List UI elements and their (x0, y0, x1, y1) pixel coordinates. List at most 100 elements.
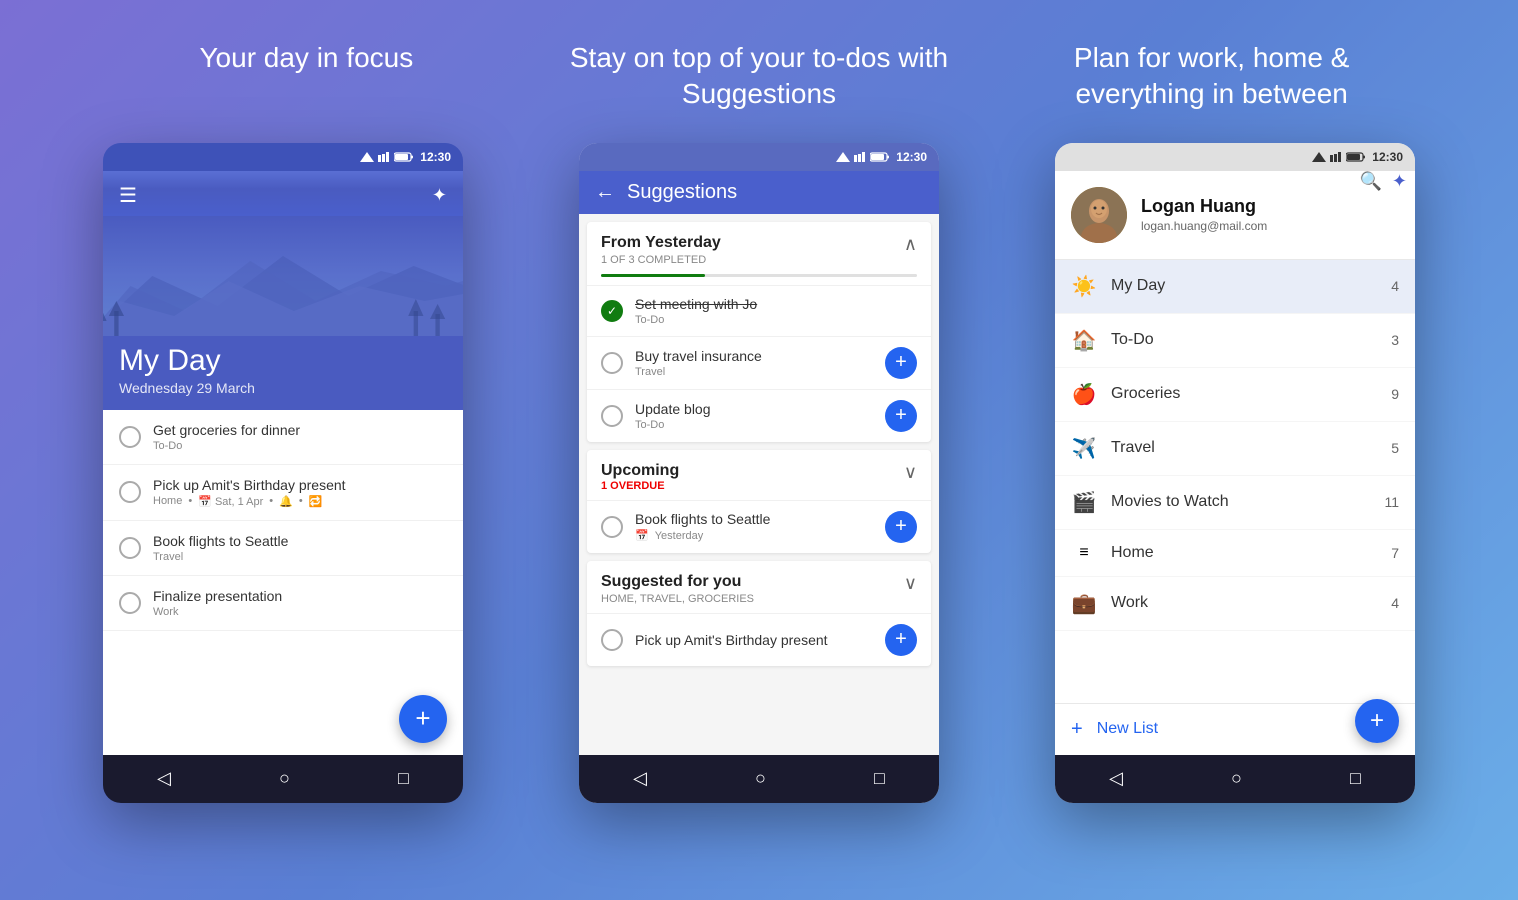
suggested-title: Suggested for you (601, 573, 754, 591)
home-list-icon: ≡ (1071, 544, 1097, 562)
set-meeting-meta: To-Do (635, 314, 917, 326)
movies-count: 11 (1384, 494, 1399, 510)
nav-item-myday[interactable]: ☀️ My Day 4 (1055, 260, 1415, 314)
task-checkbox-3[interactable] (119, 537, 141, 559)
tagline-right: Plan for work, home & everything in betw… (1012, 40, 1412, 113)
add-list-fab[interactable]: + (1355, 699, 1399, 743)
status-icons-2 (836, 152, 890, 162)
user-avatar (1071, 187, 1127, 243)
home-list-label: Home (1111, 544, 1377, 562)
home-nav-3[interactable]: ○ (1231, 768, 1242, 789)
task-item: Finalize presentation Work (103, 576, 463, 631)
todo-icon: 🏠 (1071, 328, 1097, 353)
chevron-down-upcoming[interactable]: ∨ (904, 462, 917, 483)
light-icon-ph3[interactable]: ✦ (1392, 171, 1407, 192)
book-flights-meta: 📅Yesterday (635, 529, 873, 542)
recent-nav-3[interactable]: □ (1350, 768, 1361, 789)
task-title-3: Book flights to Seattle (153, 533, 447, 549)
my-day-date: Wednesday 29 March (119, 380, 447, 396)
nav-item-home[interactable]: ≡ Home 7 (1055, 530, 1415, 577)
back-nav-2[interactable]: ◁ (633, 768, 647, 789)
nav-item-work[interactable]: 💼 Work 4 (1055, 577, 1415, 631)
work-count: 4 (1391, 595, 1399, 611)
hamburger-icon[interactable]: ☰ (119, 183, 137, 208)
time-1: 12:30 (420, 150, 451, 164)
mountain-background (103, 216, 463, 336)
home-nav-1[interactable]: ○ (279, 768, 290, 789)
travel-icon: ✈️ (1071, 436, 1097, 461)
birthday-title: Pick up Amit's Birthday present (635, 632, 873, 648)
groceries-count: 9 (1391, 386, 1399, 402)
nav-list: ☀️ My Day 4 🏠 To-Do 3 🍎 Groceries 9 ✈️ T… (1055, 260, 1415, 703)
task-circle-completed[interactable]: ✓ (601, 300, 623, 322)
task-title-4: Finalize presentation (153, 588, 447, 604)
add-travel-insurance-btn[interactable]: + (885, 347, 917, 379)
from-yesterday-header: From Yesterday 1 OF 3 COMPLETED ∧ (587, 222, 931, 274)
update-blog-title: Update blog (635, 401, 873, 417)
my-day-label: My Day (119, 344, 447, 378)
nav-bar-2: ◁ ○ □ (579, 755, 939, 803)
travel-count: 5 (1391, 440, 1399, 456)
home-nav-2[interactable]: ○ (755, 768, 766, 789)
tagline-left: Your day in focus (106, 40, 506, 113)
add-birthday-btn[interactable]: + (885, 624, 917, 656)
movies-icon: 🎬 (1071, 490, 1097, 515)
time-3: 12:30 (1372, 150, 1403, 164)
suggested-card: Suggested for you HOME, TRAVEL, GROCERIE… (587, 561, 931, 666)
todo-label: To-Do (1111, 331, 1377, 349)
set-meeting-title: Set meeting with Jo (635, 296, 917, 312)
search-icon-ph3[interactable]: 🔍 (1359, 171, 1381, 192)
task-meta-2: Home • 📅 Sat, 1 Apr • 🔔 • 🔁 (153, 495, 447, 508)
from-yesterday-sub: 1 OF 3 COMPLETED (601, 254, 721, 266)
work-label: Work (1111, 594, 1377, 612)
recent-nav-1[interactable]: □ (398, 768, 409, 789)
upcoming-card: Upcoming 1 OVERDUE ∨ Book flights to Sea… (587, 450, 931, 553)
suggestion-item-travel: Buy travel insurance Travel + (587, 336, 931, 389)
back-nav-3[interactable]: ◁ (1109, 768, 1123, 789)
from-yesterday-title: From Yesterday (601, 234, 721, 252)
progress-bar (601, 274, 917, 277)
back-button-2[interactable]: ← (595, 181, 615, 204)
movies-label: Movies to Watch (1111, 493, 1370, 511)
update-blog-meta: To-Do (635, 419, 873, 431)
back-nav-1[interactable]: ◁ (157, 768, 171, 789)
add-update-blog-btn[interactable]: + (885, 400, 917, 432)
myday-label: My Day (1111, 277, 1377, 295)
home-list-count: 7 (1391, 545, 1399, 561)
task-checkbox-2[interactable] (119, 481, 141, 503)
recent-nav-2[interactable]: □ (874, 768, 885, 789)
add-task-fab[interactable]: + (399, 695, 447, 743)
status-icons-1 (360, 152, 414, 162)
status-bar-1: 12:30 (103, 143, 463, 171)
profile-info: Logan Huang logan.huang@mail.com (1141, 196, 1267, 233)
groceries-icon: 🍎 (1071, 382, 1097, 407)
chevron-down-suggested[interactable]: ∨ (904, 573, 917, 594)
status-bar-2: 12:30 (579, 143, 939, 171)
add-flights-btn[interactable]: + (885, 511, 917, 543)
upcoming-header: Upcoming 1 OVERDUE ∨ (587, 450, 931, 500)
task-circle-travel[interactable] (601, 352, 623, 374)
chevron-up-yesterday[interactable]: ∧ (904, 234, 917, 255)
nav-item-travel[interactable]: ✈️ Travel 5 (1055, 422, 1415, 476)
task-title-1: Get groceries for dinner (153, 422, 447, 438)
nav-item-groceries[interactable]: 🍎 Groceries 9 (1055, 368, 1415, 422)
task-circle-birthday[interactable] (601, 629, 623, 651)
light-icon-1[interactable]: ✦ (432, 185, 447, 206)
nav-item-movies[interactable]: 🎬 Movies to Watch 11 (1055, 476, 1415, 530)
new-list-icon: + (1071, 718, 1083, 741)
suggestions-body: From Yesterday 1 OF 3 COMPLETED ∧ ✓ Set … (579, 214, 939, 755)
task-circle-flights[interactable] (601, 516, 623, 538)
task-circle-blog[interactable] (601, 405, 623, 427)
phone-2: 12:30 ← Suggestions From Yesterday 1 OF … (579, 143, 939, 803)
suggestion-item-completed: ✓ Set meeting with Jo To-Do (587, 285, 931, 336)
task-checkbox-1[interactable] (119, 426, 141, 448)
progress-fill (601, 274, 705, 277)
nav-item-todo[interactable]: 🏠 To-Do 3 (1055, 314, 1415, 368)
phone1-header: ☰ ✦ (103, 171, 463, 216)
my-day-title-area: My Day Wednesday 29 March (103, 336, 463, 410)
phones-container: 12:30 ☰ ✦ (0, 143, 1518, 803)
task-title-2: Pick up Amit's Birthday present (153, 477, 447, 493)
status-bar-3: 12:30 (1055, 143, 1415, 171)
time-2: 12:30 (896, 150, 927, 164)
task-checkbox-4[interactable] (119, 592, 141, 614)
